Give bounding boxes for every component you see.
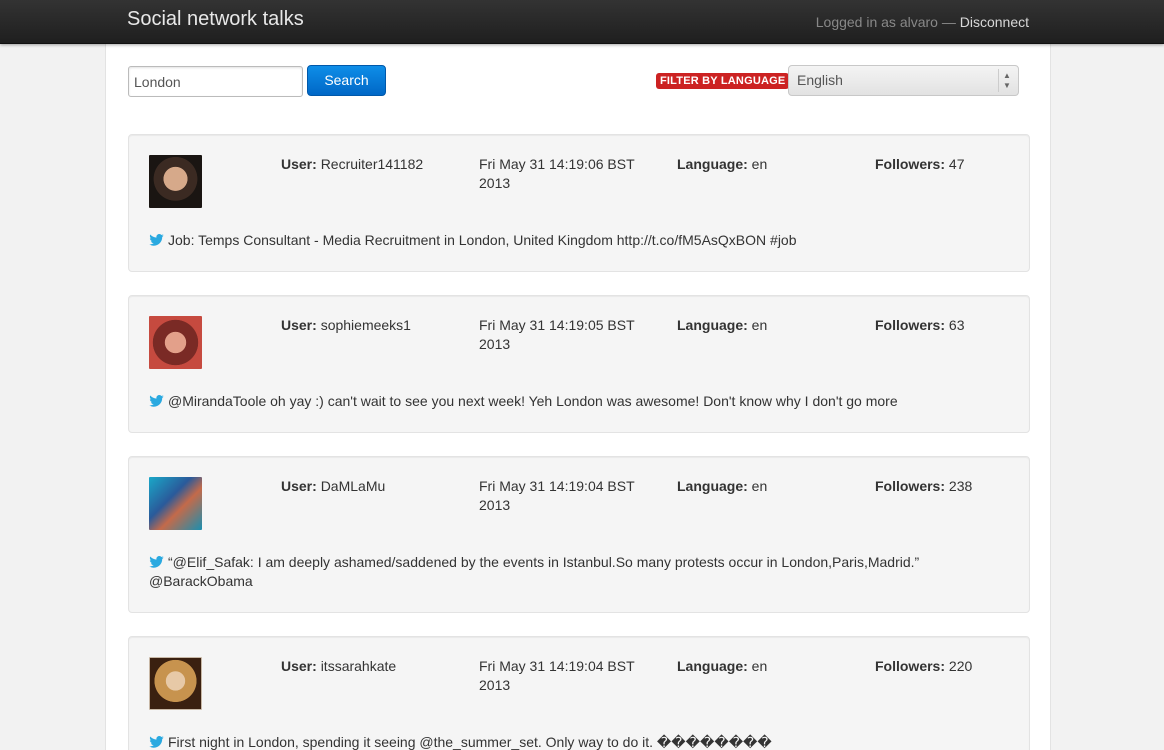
search-input[interactable] xyxy=(128,66,303,97)
filter-by-language-badge: FILTER BY LANGUAGE xyxy=(656,73,790,89)
main-container: Search FILTER BY LANGUAGE English ▲▼ Use… xyxy=(105,44,1051,750)
tweet-followers: Followers: 47 xyxy=(875,156,965,172)
twitter-bird-icon xyxy=(149,234,164,246)
top-navbar: Social network talks Logged in as alvaro… xyxy=(0,0,1164,44)
tweet-date: Fri May 31 14:19:06 BST 2013 xyxy=(479,156,635,191)
tweet-username: sophiemeeks1 xyxy=(320,317,411,333)
tweet-card: User: DaMLaMu Fri May 31 14:19:04 BST 20… xyxy=(128,456,1030,613)
app-brand[interactable]: Social network talks xyxy=(127,8,304,31)
tweet-username: DaMLaMu xyxy=(320,478,386,494)
language-select[interactable]: English ▲ ▼ xyxy=(788,65,1019,96)
tweet-user: User: itssarahkate xyxy=(281,658,397,674)
search-button[interactable]: Search xyxy=(307,65,386,96)
tweet-date: Fri May 31 14:19:04 BST 2013 xyxy=(479,658,635,693)
tweet-user: User: DaMLaMu xyxy=(281,478,386,494)
tweet-text: “@Elif_Safak: I am deeply ashamed/sadden… xyxy=(149,554,920,589)
select-arrows-icon: ▲ ▼ xyxy=(998,69,1015,92)
tweet-date: Fri May 31 14:19:05 BST 2013 xyxy=(479,317,635,352)
tweet-followers: Followers: 220 xyxy=(875,658,973,674)
logged-in-text: Logged in as alvaro — xyxy=(815,14,956,30)
language-select-value: English xyxy=(797,72,843,88)
tweet-card: User: Recruiter141182 Fri May 31 14:19:0… xyxy=(128,134,1030,272)
tweet-username: Recruiter141182 xyxy=(320,156,424,172)
user-avatar[interactable] xyxy=(149,477,202,530)
user-avatar[interactable] xyxy=(149,316,202,369)
user-avatar[interactable] xyxy=(149,155,202,208)
tweet-date: Fri May 31 14:19:04 BST 2013 xyxy=(479,478,635,513)
user-avatar[interactable] xyxy=(149,657,202,710)
disconnect-link[interactable]: Disconnect xyxy=(960,14,1029,30)
tweet-user: User: sophiemeeks1 xyxy=(281,317,411,333)
tweet-user: User: Recruiter141182 xyxy=(281,156,424,172)
twitter-bird-icon xyxy=(149,556,164,568)
tweet-card: User: itssarahkate Fri May 31 14:19:04 B… xyxy=(128,636,1030,750)
tweet-language: Language: en xyxy=(677,317,768,333)
tweet-text: First night in London, spending it seein… xyxy=(149,733,1009,750)
tweet-language: Language: en xyxy=(677,156,768,172)
tweet-card: User: sophiemeeks1 Fri May 31 14:19:05 B… xyxy=(128,295,1030,433)
tweet-text: Job: Temps Consultant - Media Recruitmen… xyxy=(149,231,1009,250)
tweet-username: itssarahkate xyxy=(320,658,397,674)
user-status: Logged in as alvaro — Disconnect xyxy=(816,14,1029,30)
tweet-text: @MirandaToole oh yay :) can't wait to se… xyxy=(149,392,1009,411)
twitter-bird-icon xyxy=(149,395,164,407)
twitter-bird-icon xyxy=(149,736,164,748)
tweet-followers: Followers: 63 xyxy=(875,317,965,333)
tweet-language: Language: en xyxy=(677,478,768,494)
tweet-language: Language: en xyxy=(677,658,768,674)
tweet-followers: Followers: 238 xyxy=(875,478,973,494)
